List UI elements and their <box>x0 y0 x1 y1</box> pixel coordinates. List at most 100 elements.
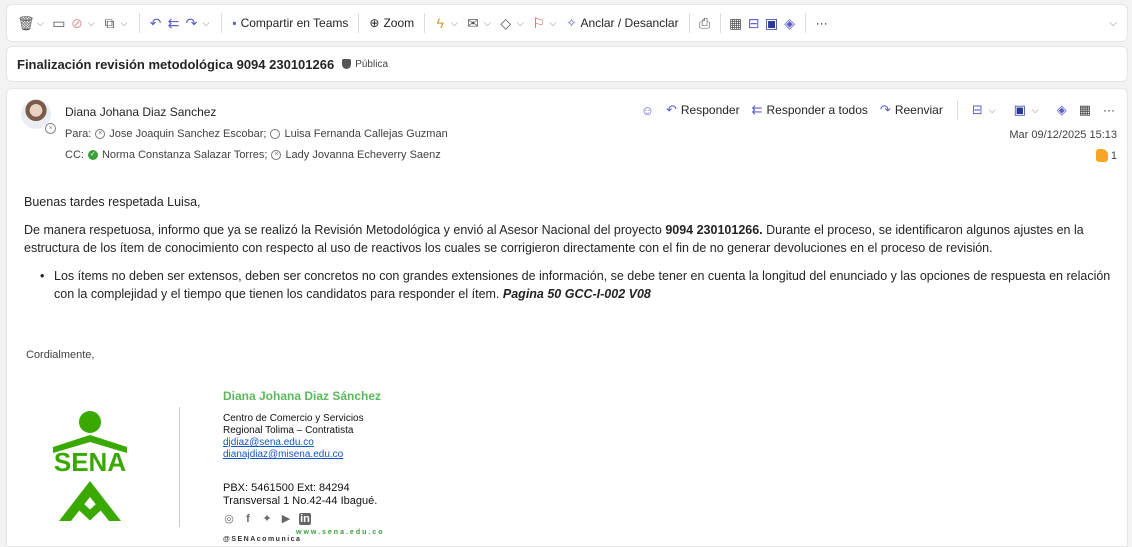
body-paragraph: De manera respetuosa, informo que ya se … <box>24 221 1124 257</box>
phone: PBX: 5461500 Ext: 84294 <box>223 482 350 494</box>
tag-icon[interactable]: ◇ <box>497 12 515 34</box>
delete-icon[interactable]: 🗑 <box>17 12 35 34</box>
signature-contact: PBX: 5461500 Ext: 84294 Transversal 1 No… <box>223 482 377 508</box>
reaction-count: 1 <box>1110 149 1117 162</box>
forward-label: Reenviar <box>894 103 943 117</box>
list-item: Los ítems no deben ser extensos, deben s… <box>24 267 1124 303</box>
chevron-down-icon[interactable]: ⌵ <box>484 18 491 29</box>
emoji-button[interactable]: ☺ <box>637 99 658 121</box>
social-handle: @SENAcomunica <box>223 536 302 543</box>
apps-icon: ▦ <box>1078 102 1091 117</box>
pdf-button[interactable]: ▣ ⌵ <box>1010 99 1049 121</box>
divider <box>358 13 360 33</box>
pdf-icon[interactable]: ▣ <box>763 12 781 34</box>
divider <box>424 13 426 33</box>
teams-icon: ▪ <box>232 16 237 30</box>
chevron-down-icon[interactable]: ⌵ <box>88 18 95 29</box>
chevron-down-icon[interactable]: ⌵ <box>517 18 524 29</box>
chevron-down-icon[interactable]: ⌵ <box>121 18 128 29</box>
reply-all-button[interactable]: ⇇ Responder a todos <box>748 99 872 121</box>
recipient[interactable]: Norma Constanza Salazar Torres; <box>102 149 267 161</box>
presence-icon: × <box>95 129 106 139</box>
recipient[interactable]: Lady Jovanna Echeverry Saenz <box>285 149 440 161</box>
chevron-down-icon[interactable]: ⌵ <box>37 18 44 29</box>
reading-pane: × Diana Johana Diaz Sanchez Para: × Jose… <box>6 88 1128 547</box>
reply-all-icon: ⇇ <box>751 102 763 117</box>
facebook-icon[interactable]: f <box>242 513 254 525</box>
twitter-icon[interactable]: ✦ <box>261 513 273 525</box>
chevron-down-icon: ⌵ <box>988 104 996 115</box>
recipient[interactable]: Luisa Fernanda Callejas Guzman <box>284 128 447 140</box>
chevron-down-icon[interactable]: ⌵ <box>202 18 209 29</box>
message-more-button[interactable]: ··· <box>1099 99 1119 121</box>
reply-button[interactable]: ↶ Responder <box>662 99 744 121</box>
chevron-down-icon[interactable]: ⌵ <box>1109 18 1117 29</box>
zoom-label: Zoom <box>383 16 415 30</box>
addin-icon: ⊟ <box>971 102 983 117</box>
print-icon[interactable]: ⎙ <box>696 12 714 34</box>
shield-icon <box>342 59 352 69</box>
youtube-icon[interactable]: ▶ <box>280 513 292 525</box>
cc-label: CC: <box>65 149 84 161</box>
chevron-down-icon[interactable]: ⌵ <box>550 18 557 29</box>
pin-button[interactable]: ✧ Anclar / Desanclar <box>562 11 682 35</box>
loop-button[interactable]: ◈ <box>1053 99 1071 121</box>
zoom-button[interactable]: ⊕ Zoom <box>365 11 418 35</box>
message-date: Mar 09/12/2025 15:13 <box>1009 129 1117 141</box>
message-body: Buenas tardes respetada Luisa, De manera… <box>24 193 1124 303</box>
signature-name: Diana Johana Diaz Sánchez <box>223 389 382 403</box>
divider <box>688 13 690 33</box>
loop-icon[interactable]: ◈ <box>781 12 799 34</box>
message-toolbar: 🗑 ⌵ ▭ ⊘ ⌵ ⧉ ⌵ ↶ ⇇ ↷ ⌵ ▪ Compartir en Teams ⊕ Z… <box>6 4 1128 42</box>
forward-icon[interactable]: ↷ <box>182 12 200 34</box>
email-link[interactable]: dianajdiaz@misena.edu.co <box>223 449 364 461</box>
thumbs-up-icon <box>1095 149 1108 162</box>
divider <box>221 13 223 33</box>
signature-line: Centro de Comercio y Servicios <box>223 413 364 424</box>
closing: Cordialmente, <box>26 349 95 361</box>
address: Transversal 1 No.42-44 Ibagué. <box>223 495 378 507</box>
linkedin-icon[interactable]: in <box>299 513 311 525</box>
message-subject: Finalización revisión metodológica 9094 … <box>17 56 335 72</box>
archive-icon[interactable]: ▭ <box>50 12 68 34</box>
mark-read-icon[interactable]: ✉ <box>464 12 482 34</box>
more-button[interactable]: ··· <box>812 11 832 35</box>
flag-icon[interactable]: ⚐ <box>530 12 548 34</box>
sensitivity-badge[interactable]: Pública <box>342 59 388 70</box>
loop-icon: ◈ <box>1056 102 1067 117</box>
reaction-badge[interactable]: 1 <box>1095 149 1117 162</box>
chevron-down-icon: ⌵ <box>1031 104 1039 115</box>
zoom-icon: ⊕ <box>369 16 380 30</box>
greeting: Buenas tardes respetada Luisa, <box>24 195 201 209</box>
email-link[interactable]: djdiaz@sena.edu.co <box>223 437 364 449</box>
cc-recipients: CC: ✓ Norma Constanza Salazar Torres; × … <box>65 149 441 161</box>
subject-bar: Finalización revisión metodológica 9094 … <box>6 46 1128 82</box>
share-teams-label: Compartir en Teams <box>240 16 349 30</box>
sena-logo-text: SENA <box>54 447 126 477</box>
recipient[interactable]: Jose Joaquin Sanchez Escobar; <box>109 128 266 140</box>
report-icon[interactable]: ⊘ <box>68 12 86 34</box>
share-teams-button[interactable]: ▪ Compartir en Teams <box>228 11 352 35</box>
addin-icon[interactable]: ⊟ <box>745 12 763 34</box>
instagram-icon[interactable]: ◎ <box>223 513 235 525</box>
pin-icon: ✧ <box>566 16 577 30</box>
forward-button[interactable]: ↷ Reenviar <box>876 99 947 121</box>
apps-button[interactable]: ▦ <box>1075 99 1095 121</box>
bullet-reference: Pagina 50 GCC-I-002 V08 <box>502 287 651 301</box>
divider <box>956 100 958 120</box>
addin-button[interactable]: ⊟ ⌵ <box>968 99 1006 121</box>
move-icon[interactable]: ⧉ <box>101 12 119 34</box>
apps-icon[interactable]: ▦ <box>727 12 745 34</box>
sensitivity-label: Pública <box>355 58 389 70</box>
signature-divider <box>179 407 180 527</box>
sender-name[interactable]: Diana Johana Diaz Sanchez <box>65 105 216 119</box>
website-link[interactable]: www.sena.edu.co <box>296 529 384 536</box>
reply-label: Responder <box>680 103 740 117</box>
divider <box>804 13 806 33</box>
rules-icon[interactable]: ϟ <box>431 12 449 34</box>
pin-label: Anclar / Desanclar <box>580 16 679 30</box>
reply-icon[interactable]: ↶ <box>146 12 164 34</box>
reply-all-icon[interactable]: ⇇ <box>164 12 182 34</box>
sena-logo: SENA <box>53 411 127 521</box>
chevron-down-icon[interactable]: ⌵ <box>451 18 458 29</box>
